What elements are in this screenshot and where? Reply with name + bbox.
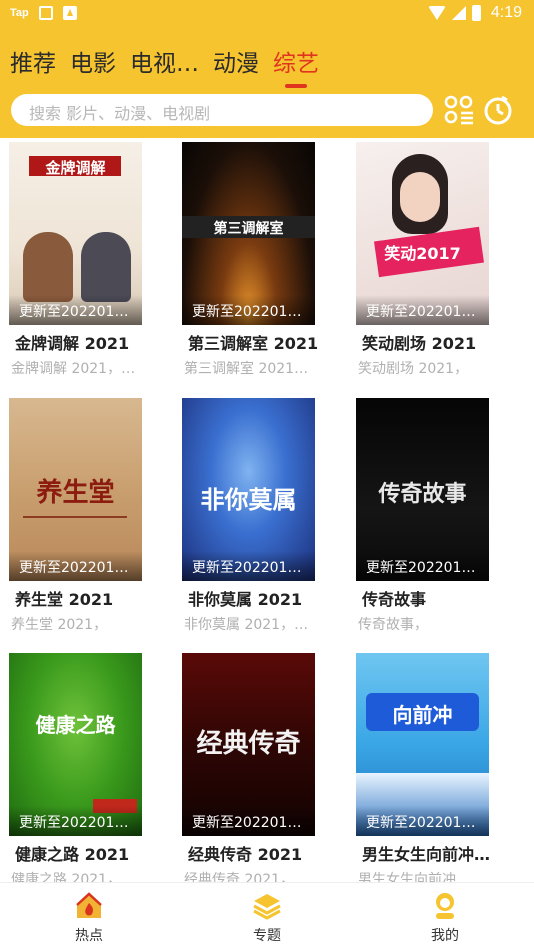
- tab-variety[interactable]: 综艺: [273, 44, 319, 88]
- program-title: 传奇故事: [362, 590, 427, 609]
- app-notification-icon: [62, 6, 77, 20]
- poster: 笑动2017 更新至202201…: [356, 142, 489, 325]
- program-title: 笑动剧场 2021: [362, 334, 477, 353]
- poster-title: 非你莫属: [200, 486, 297, 514]
- poster: 健康之路 更新至202201…: [9, 653, 142, 836]
- poster-title: 向前冲: [392, 703, 453, 727]
- poster: 非你莫属 更新至202201…: [182, 398, 315, 581]
- program-desc: 第三调解室 2021…: [184, 361, 309, 377]
- status-bar: Tap 4:19: [0, 0, 534, 30]
- nav-label: 热点: [75, 928, 103, 944]
- program-title: 第三调解室 2021: [188, 334, 319, 353]
- nav-hot[interactable]: 热点: [39, 891, 139, 945]
- poster: 向前冲 更新至202201…: [356, 653, 489, 836]
- nav-label: 专题: [253, 928, 281, 944]
- poster-title: 金牌调解: [45, 159, 106, 177]
- history-icon[interactable]: [482, 94, 514, 126]
- user-icon: [436, 893, 454, 919]
- program-title: 养生堂 2021: [15, 590, 114, 609]
- category-grid-icon[interactable]: [444, 94, 474, 126]
- update-badge: 更新至202201…: [9, 551, 142, 581]
- search-input[interactable]: 搜索 影片、动漫、电视剧: [11, 94, 433, 126]
- program-desc: 非你莫属 2021，…: [184, 617, 309, 633]
- poster: 经典传奇 更新至202201…: [182, 653, 315, 836]
- program-desc: 健康之路 2021，: [11, 872, 122, 882]
- tab-recommend[interactable]: 推荐: [10, 44, 56, 84]
- poster-title: 传奇故事: [378, 482, 467, 507]
- program-title: 男生女生向前冲…: [362, 845, 491, 864]
- poster-title: 笑动2017: [384, 244, 461, 263]
- program-grid: 金牌调解 更新至202201… 金牌调解 2021 金牌调解 2021，… 第三…: [0, 138, 534, 882]
- update-badge: 更新至202201…: [182, 806, 315, 836]
- app-header: Tap 4:19 推荐 电影 电视… 动漫 综艺 搜索 影片、动漫、电视剧: [0, 0, 534, 138]
- fire-house-icon: [76, 892, 102, 918]
- update-badge: 更新至202201…: [9, 806, 142, 836]
- update-badge: 更新至202201…: [9, 295, 142, 325]
- program-desc: 男生女生向前冲: [358, 872, 456, 882]
- clock: 4:19: [490, 4, 522, 21]
- tab-movies[interactable]: 电影: [70, 44, 116, 84]
- program-desc: 金牌调解 2021，…: [11, 361, 136, 377]
- nav-label: 我的: [431, 928, 459, 944]
- poster-title: 第三调解室: [213, 221, 284, 237]
- program-desc: 经典传奇 2021，: [184, 872, 295, 882]
- update-badge: 更新至202201…: [356, 295, 489, 325]
- poster-title: 经典传奇: [196, 729, 301, 759]
- signal-icon: [451, 6, 466, 20]
- program-title: 经典传奇 2021: [188, 845, 303, 864]
- tab-anime[interactable]: 动漫: [213, 44, 259, 84]
- program-desc: 养生堂 2021，: [11, 617, 108, 633]
- poster: 传奇故事 更新至202201…: [356, 398, 489, 581]
- bottom-navigation: 热点 专题 我的: [0, 882, 534, 950]
- poster-title: 健康之路: [35, 713, 116, 737]
- layers-icon: [253, 894, 281, 920]
- program-desc: 传奇故事，: [358, 617, 428, 633]
- category-tabs: 推荐 电影 电视… 动漫 综艺: [10, 44, 319, 88]
- update-badge: 更新至202201…: [182, 551, 315, 581]
- update-badge: 更新至202201…: [356, 551, 489, 581]
- nav-topics[interactable]: 专题: [217, 891, 317, 945]
- wifi-icon: [427, 6, 446, 20]
- tab-tv[interactable]: 电视…: [130, 44, 199, 84]
- program-title: 非你莫属 2021: [188, 590, 303, 609]
- poster: 养生堂 更新至202201…: [9, 398, 142, 581]
- nav-me[interactable]: 我的: [395, 891, 495, 945]
- carrier-label: Tap: [10, 7, 29, 19]
- update-badge: 更新至202201…: [182, 295, 315, 325]
- battery-icon: [471, 5, 481, 21]
- program-desc: 笑动剧场 2021，: [358, 361, 469, 377]
- update-badge: 更新至202201…: [356, 806, 489, 836]
- poster: 第三调解室 更新至202201…: [182, 142, 315, 325]
- program-title: 金牌调解 2021: [15, 334, 130, 353]
- poster-title: 养生堂: [36, 478, 115, 508]
- program-title: 健康之路 2021: [15, 845, 130, 864]
- notification-icon: [38, 6, 53, 20]
- search-placeholder: 搜索 影片、动漫、电视剧: [29, 104, 211, 123]
- poster: 金牌调解 更新至202201…: [9, 142, 142, 325]
